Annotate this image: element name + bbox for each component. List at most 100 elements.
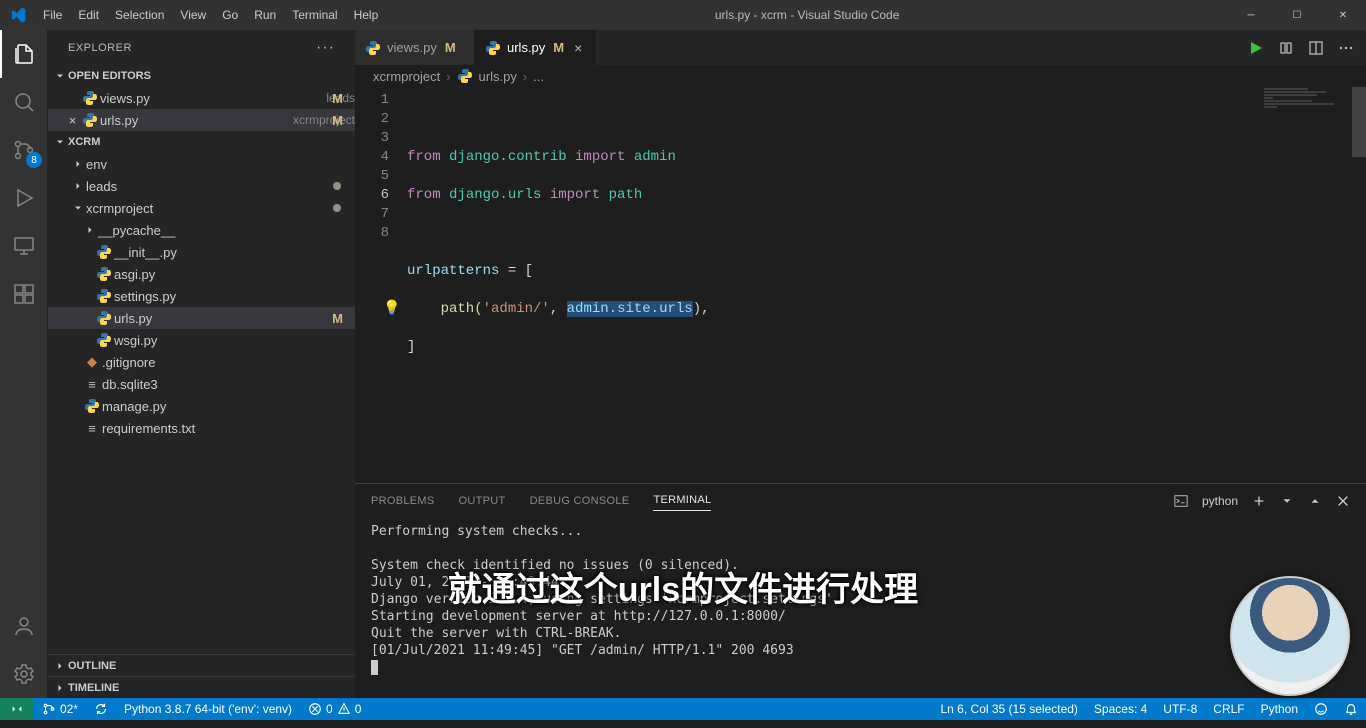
menu-go[interactable]: Go: [214, 0, 246, 30]
file-label: db.sqlite3: [102, 377, 355, 392]
language-status[interactable]: Python: [1253, 698, 1306, 720]
menu-view[interactable]: View: [172, 0, 214, 30]
menu-edit[interactable]: Edit: [70, 0, 107, 30]
menu-run[interactable]: Run: [246, 0, 284, 30]
encoding-status[interactable]: UTF-8: [1155, 698, 1205, 720]
app-icon: [0, 7, 35, 23]
code-token: django.contrib: [441, 149, 575, 165]
python-file-icon: [94, 266, 114, 282]
tab-views[interactable]: views.py M: [355, 30, 475, 65]
file-db[interactable]: ≡ db.sqlite3: [48, 373, 355, 395]
breadcrumbs[interactable]: xcrmproject › urls.py › ...: [355, 65, 1366, 87]
terminal-shell-icon[interactable]: [1174, 494, 1188, 508]
timeline-label: TIMELINE: [68, 682, 119, 694]
tab-modified-badge: M: [553, 40, 564, 55]
file-requirements[interactable]: ≡ requirements.txt: [48, 417, 355, 439]
chevron-right-icon: [82, 224, 98, 236]
terminal-content[interactable]: Performing system checks... System check…: [355, 517, 1366, 698]
modified-badge: M: [332, 113, 343, 128]
close-window-button[interactable]: ✕: [1320, 0, 1366, 30]
bottom-panel: PROBLEMS OUTPUT DEBUG CONSOLE TERMINAL p…: [355, 483, 1366, 698]
file-asgi[interactable]: asgi.py: [48, 263, 355, 285]
open-editors-header[interactable]: OPEN EDITORS: [48, 65, 355, 87]
python-file-icon: [94, 288, 114, 304]
outline-header[interactable]: OUTLINE: [48, 654, 355, 676]
breadcrumb-separator-icon: ›: [446, 69, 450, 84]
open-editor-views[interactable]: views.py leads M: [48, 87, 355, 109]
minimize-button[interactable]: ─: [1228, 0, 1274, 30]
maximize-panel-icon[interactable]: [1308, 494, 1322, 508]
workspace-header[interactable]: XCRM: [48, 131, 355, 153]
remote-indicator[interactable]: [0, 698, 34, 720]
file-settings[interactable]: settings.py: [48, 285, 355, 307]
accounts-icon[interactable]: [0, 602, 48, 650]
timeline-header[interactable]: TIMELINE: [48, 676, 355, 698]
file-urls[interactable]: urls.py M: [48, 307, 355, 329]
breadcrumb-segment[interactable]: ...: [533, 69, 544, 84]
file-gitignore[interactable]: ◆ .gitignore: [48, 351, 355, 373]
close-tab-icon[interactable]: ×: [574, 40, 582, 56]
panel-tabs: PROBLEMS OUTPUT DEBUG CONSOLE TERMINAL p…: [355, 484, 1366, 517]
more-actions-icon[interactable]: [1338, 40, 1354, 56]
folder-env[interactable]: env: [48, 153, 355, 175]
diff-icon[interactable]: [1278, 40, 1294, 56]
menu-terminal[interactable]: Terminal: [284, 0, 345, 30]
panel-tab-problems[interactable]: PROBLEMS: [371, 491, 435, 511]
folder-xcrmproject[interactable]: xcrmproject: [48, 197, 355, 219]
menu-help[interactable]: Help: [346, 0, 387, 30]
new-terminal-icon[interactable]: [1252, 494, 1266, 508]
folder-pycache[interactable]: __pycache__: [48, 219, 355, 241]
code-token: ,: [550, 301, 567, 317]
git-branch-status[interactable]: 02*: [34, 698, 86, 720]
menu-file[interactable]: File: [35, 0, 70, 30]
sync-status[interactable]: [86, 698, 116, 720]
explorer-more-icon[interactable]: ···: [316, 39, 335, 57]
code-content[interactable]: from django.contrib import admin from dj…: [407, 87, 1366, 483]
explorer-icon[interactable]: [0, 30, 48, 78]
panel-tab-debug[interactable]: DEBUG CONSOLE: [530, 491, 630, 511]
maximize-button[interactable]: ☐: [1274, 0, 1320, 30]
file-manage[interactable]: manage.py: [48, 395, 355, 417]
editor-scrollbar[interactable]: [1352, 87, 1366, 483]
python-interpreter-status[interactable]: Python 3.8.7 64-bit ('env': venv): [116, 698, 300, 720]
terminal-shell-label[interactable]: python: [1202, 494, 1238, 508]
lightbulb-icon[interactable]: 💡: [383, 300, 400, 319]
panel-tab-output[interactable]: OUTPUT: [459, 491, 506, 511]
feedback-icon[interactable]: [1306, 698, 1336, 720]
eol-status[interactable]: CRLF: [1205, 698, 1252, 720]
explorer-title: EXPLORER ···: [48, 30, 355, 65]
breadcrumb-segment[interactable]: xcrmproject: [373, 69, 440, 84]
run-debug-icon[interactable]: [0, 174, 48, 222]
code-token: admin: [625, 149, 675, 165]
tab-urls[interactable]: urls.py M ×: [475, 30, 595, 65]
close-editor-icon[interactable]: ×: [65, 113, 80, 128]
menu-selection[interactable]: Selection: [107, 0, 172, 30]
window-controls: ─ ☐ ✕: [1228, 0, 1366, 30]
open-editor-urls[interactable]: × urls.py xcrmproject M: [48, 109, 355, 131]
close-panel-icon[interactable]: [1336, 494, 1350, 508]
text-file-icon: ≡: [82, 421, 102, 436]
folder-leads[interactable]: leads: [48, 175, 355, 197]
selection-status[interactable]: Ln 6, Col 35 (15 selected): [933, 698, 1086, 720]
remote-explorer-icon[interactable]: [0, 222, 48, 270]
code-token: ),: [693, 301, 710, 317]
split-editor-icon[interactable]: [1308, 40, 1324, 56]
extensions-icon[interactable]: [0, 270, 48, 318]
notifications-icon[interactable]: [1336, 698, 1366, 720]
python-file-icon: [94, 332, 114, 348]
run-icon[interactable]: [1248, 40, 1264, 56]
search-icon[interactable]: [0, 78, 48, 126]
file-wsgi[interactable]: wsgi.py: [48, 329, 355, 351]
source-control-icon[interactable]: 8: [0, 126, 48, 174]
code-token: ]: [407, 339, 415, 355]
panel-tab-terminal[interactable]: TERMINAL: [653, 490, 711, 511]
settings-icon[interactable]: [0, 650, 48, 698]
code-token: import: [575, 149, 625, 165]
chevron-right-icon: [70, 180, 86, 192]
indentation-status[interactable]: Spaces: 4: [1086, 698, 1155, 720]
file-init[interactable]: __init__.py: [48, 241, 355, 263]
split-terminal-chevron-icon[interactable]: [1280, 494, 1294, 508]
breadcrumb-segment[interactable]: urls.py: [479, 69, 517, 84]
code-editor[interactable]: 1 2 3 4 5 6 7 8 from django.contrib impo…: [355, 87, 1366, 483]
problems-status[interactable]: 0 0: [300, 698, 369, 720]
